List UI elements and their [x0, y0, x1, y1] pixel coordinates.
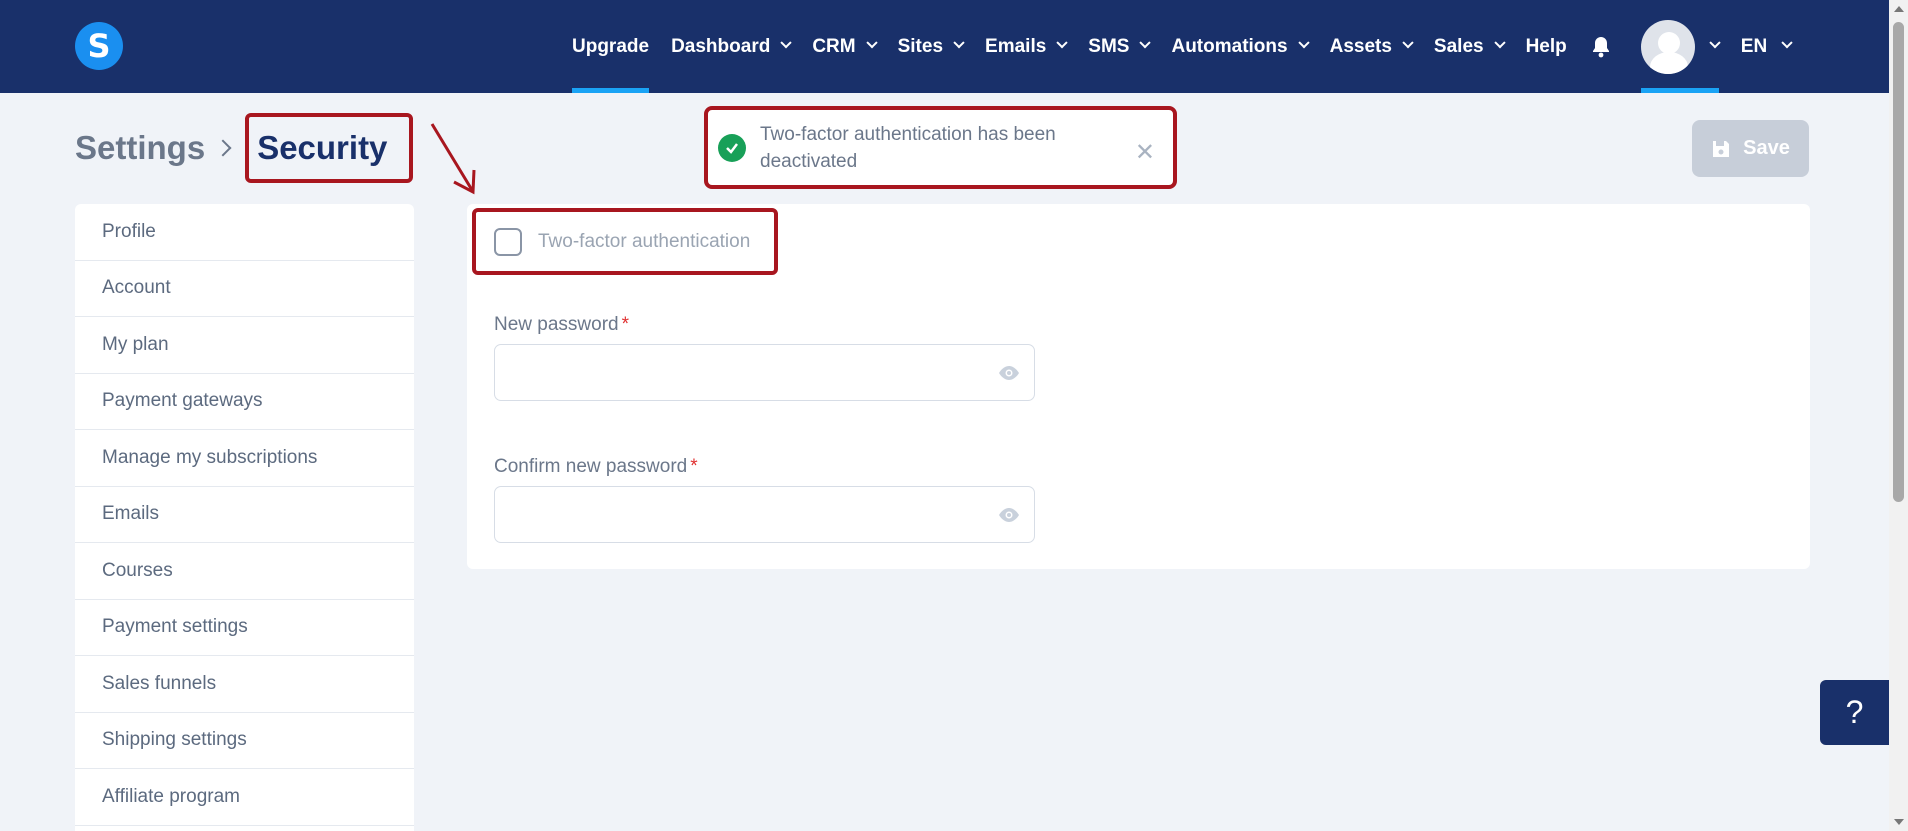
- nav-assets[interactable]: Assets: [1329, 0, 1414, 93]
- floppy-disk-icon: [1713, 140, 1730, 157]
- nav-label: Assets: [1329, 35, 1392, 57]
- nav-emails[interactable]: Emails: [985, 0, 1068, 93]
- main-menu: Upgrade Dashboard CRM Sites Emails SMS A…: [572, 0, 1793, 93]
- nav-dashboard[interactable]: Dashboard: [671, 0, 792, 93]
- sidebar-item-profile[interactable]: Profile: [75, 204, 414, 261]
- breadcrumb-settings-link[interactable]: Settings: [75, 129, 205, 167]
- confirm-password-input[interactable]: [494, 486, 1035, 543]
- nav-label: Help: [1525, 35, 1567, 57]
- sidebar-item-account[interactable]: Account: [75, 261, 414, 317]
- two-factor-label: Two-factor authentication: [538, 230, 751, 252]
- language-selector[interactable]: EN: [1740, 35, 1793, 58]
- bell-icon[interactable]: [1589, 35, 1613, 59]
- sidebar-item-affiliate-program[interactable]: Affiliate program: [75, 769, 414, 826]
- nav-sites[interactable]: Sites: [897, 0, 965, 93]
- chevron-down-icon: [1402, 36, 1414, 48]
- toast-message: Two-factor authentication has been deact…: [760, 123, 1056, 172]
- required-marker: *: [690, 456, 698, 477]
- eye-icon[interactable]: [998, 364, 1020, 382]
- scroll-up-icon[interactable]: [1894, 6, 1904, 12]
- confirm-password-label: Confirm new password *: [494, 456, 698, 478]
- settings-sidebar: Profile Account My plan Payment gateways…: [75, 204, 414, 831]
- new-password-label-text: New password: [494, 314, 619, 335]
- scroll-down-icon[interactable]: [1894, 819, 1904, 825]
- breadcrumb: Settings Security: [75, 113, 414, 183]
- nav-upgrade[interactable]: Upgrade: [572, 0, 650, 93]
- page-scrollbar[interactable]: [1889, 0, 1908, 831]
- chevron-down-icon: [1297, 36, 1310, 48]
- save-label: Save: [1743, 137, 1790, 159]
- nav-label: Emails: [985, 35, 1047, 57]
- chevron-down-icon: [1709, 36, 1721, 48]
- chevron-right-icon: [214, 139, 232, 157]
- sidebar-item-manage-subscriptions[interactable]: Manage my subscriptions: [75, 430, 414, 487]
- help-widget-button[interactable]: ?: [1820, 680, 1889, 745]
- nav-label: Sales: [1433, 35, 1484, 57]
- nav-help[interactable]: Help: [1526, 0, 1567, 93]
- scrollbar-thumb[interactable]: [1893, 22, 1904, 502]
- new-password-input[interactable]: [494, 344, 1035, 401]
- nav-label: Upgrade: [572, 35, 650, 57]
- logo[interactable]: S: [75, 22, 123, 70]
- top-navbar: S Upgrade Dashboard CRM Sites Emails SMS…: [0, 0, 1889, 93]
- sidebar-item-shipping-settings[interactable]: Shipping settings: [75, 713, 414, 769]
- nav-label: CRM: [812, 35, 856, 57]
- check-circle-icon: [718, 133, 746, 162]
- sidebar-item-my-plan[interactable]: My plan: [75, 317, 414, 374]
- sidebar-item-payment-gateways[interactable]: Payment gateways: [75, 374, 414, 430]
- sidebar-item-sales-funnels[interactable]: Sales funnels: [75, 656, 414, 713]
- success-toast: Two-factor authentication has been deact…: [704, 106, 1177, 189]
- nav-label: Dashboard: [671, 35, 771, 57]
- confirm-password-label-text: Confirm new password: [494, 456, 688, 477]
- chevron-down-icon: [953, 36, 965, 48]
- chevron-down-icon: [780, 36, 792, 48]
- chevron-down-icon: [1139, 36, 1152, 48]
- user-menu[interactable]: [1640, 0, 1721, 93]
- close-icon[interactable]: ✕: [1135, 138, 1155, 167]
- eye-icon[interactable]: [998, 506, 1020, 524]
- chevron-down-icon: [1493, 36, 1506, 48]
- nav-label: SMS: [1088, 35, 1130, 57]
- required-marker: *: [621, 314, 630, 335]
- new-password-label: New password *: [494, 314, 629, 336]
- chevron-down-icon: [1056, 36, 1068, 48]
- language-label: EN: [1740, 35, 1768, 57]
- sidebar-item-emails[interactable]: Emails: [75, 487, 414, 543]
- save-button[interactable]: Save: [1692, 120, 1809, 177]
- question-mark-icon: ?: [1845, 694, 1864, 730]
- nav-crm[interactable]: CRM: [812, 0, 878, 93]
- two-factor-checkbox[interactable]: [494, 227, 522, 256]
- avatar[interactable]: [1640, 19, 1695, 74]
- chevron-down-icon: [865, 36, 878, 48]
- page-title: Security: [257, 129, 388, 166]
- sidebar-item-payment-settings[interactable]: Payment settings: [75, 600, 414, 656]
- two-factor-toggle[interactable]: Two-factor authentication: [472, 208, 778, 275]
- chevron-down-icon: [1781, 36, 1793, 48]
- highlight-box: Security: [245, 113, 414, 183]
- nav-sales[interactable]: Sales: [1433, 0, 1506, 93]
- nav-label: Automations: [1171, 35, 1288, 57]
- nav-sms[interactable]: SMS: [1088, 0, 1152, 93]
- nav-label: Sites: [897, 35, 944, 57]
- nav-automations[interactable]: Automations: [1171, 0, 1310, 93]
- annotation-arrow-icon: [430, 123, 476, 195]
- sidebar-item-courses[interactable]: Courses: [75, 543, 414, 600]
